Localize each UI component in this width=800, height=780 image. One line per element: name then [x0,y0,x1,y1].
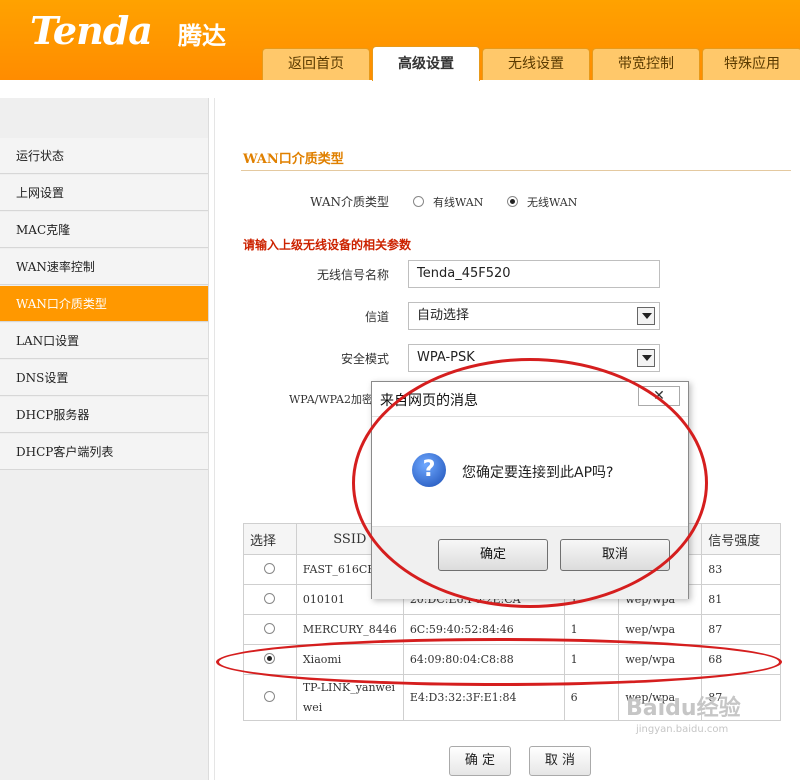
sidebar-item-lan[interactable]: LAN口设置 [0,323,208,359]
sidebar-item-dhcp-server[interactable]: DHCP服务器 [0,397,208,433]
channel-label: 信道 [364,310,389,324]
sidebar-item-wan-media[interactable]: WAN口介质类型 [0,286,208,322]
radio-wireless-wan[interactable] [507,196,518,207]
row-select-radio[interactable] [264,690,276,702]
tab-bandwidth[interactable]: 带宽控制 [592,48,700,80]
radio-wireless-label: 无线WAN [527,196,578,209]
col-signal: 信号强度 [701,523,781,555]
section-title: WAN口介质类型 [243,152,344,167]
channel-value: 自动选择 [417,308,470,323]
baidu-watermark-logo: Baidu经验 [626,696,741,721]
ssid-input[interactable]: Tenda_45F520 [408,260,660,288]
radio-wired-wan[interactable] [413,196,424,207]
security-value: WPA-PSK [417,350,475,365]
row-select-radio[interactable] [264,562,276,574]
sidebar-item-wan-rate[interactable]: WAN速率控制 [0,249,208,285]
row-signal: 87 [701,614,781,645]
media-type-label: WAN介质类型 [310,195,389,209]
row-signal: 83 [701,554,781,585]
tab-home[interactable]: 返回首页 [262,48,370,80]
sidebar-item-status[interactable]: 运行状态 [0,138,208,174]
header-bar: Tenda 腾达 返回首页 高级设置 无线设置 带宽控制 特殊应用 [0,0,800,81]
chevron-down-icon [637,307,655,325]
params-prompt: 请输入上级无线设备的相关参数 [243,238,412,252]
chevron-down-icon [637,349,655,367]
sidebar-item-dhcp-clients[interactable]: DHCP客户端列表 [0,434,208,470]
col-select: 选择 [243,523,297,555]
tab-wireless[interactable]: 无线设置 [482,48,590,80]
sidebar: 运行状态 上网设置 MAC克隆 WAN速率控制 WAN口介质类型 LAN口设置 … [0,98,209,780]
section-divider [241,170,791,171]
tenda-logo: Tenda [30,8,153,53]
ok-button[interactable]: 确 定 [449,746,511,776]
cancel-button[interactable]: 取 消 [529,746,591,776]
row-select-radio[interactable] [264,622,276,634]
row-select-radio[interactable] [264,592,276,604]
channel-select[interactable]: 自动选择 [408,302,660,330]
tab-special[interactable]: 特殊应用 [702,48,800,80]
baidu-watermark-url: jingyan.baidu.com [636,724,729,735]
row-signal: 81 [701,584,781,615]
annotation-ellipse-dialog [352,358,708,608]
security-label: 安全模式 [340,352,389,366]
tenda-logo-cn: 腾达 [178,22,226,50]
sidebar-item-dns[interactable]: DNS设置 [0,360,208,396]
ssid-label: 无线信号名称 [316,268,389,282]
radio-wired-label: 有线WAN [433,196,484,209]
sidebar-item-internet[interactable]: 上网设置 [0,175,208,211]
sidebar-item-mac-clone[interactable]: MAC克隆 [0,212,208,248]
tab-advanced[interactable]: 高级设置 [372,46,480,81]
annotation-ellipse-row [216,638,782,686]
wpa-label: WPA/WPA2加密规 [289,393,384,406]
